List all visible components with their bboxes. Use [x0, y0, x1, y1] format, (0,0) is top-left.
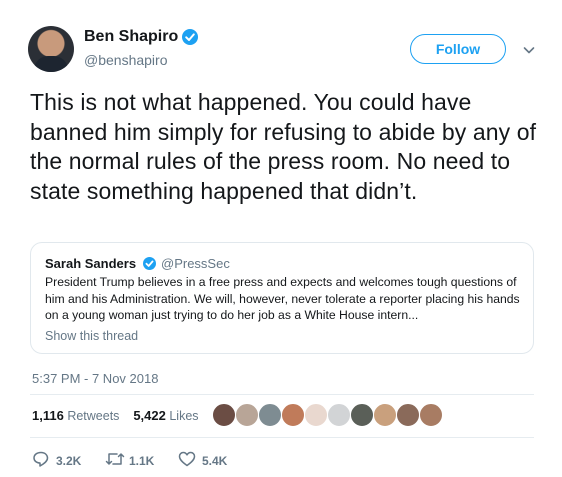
retweet-icon: [105, 453, 125, 465]
avatar[interactable]: [28, 26, 74, 72]
retweet-count: 1.1K: [129, 454, 155, 468]
likes-count: 5,422: [133, 408, 166, 423]
retweets-stat[interactable]: 1,116 Retweets: [32, 408, 120, 423]
liker-avatar[interactable]: [350, 403, 374, 427]
divider: [30, 394, 534, 395]
divider: [30, 437, 534, 438]
tweet-text: This is not what happened. You could hav…: [30, 89, 543, 204]
liker-avatar[interactable]: [212, 403, 236, 427]
liker-avatar[interactable]: [235, 403, 259, 427]
liker-avatar[interactable]: [258, 403, 282, 427]
liker-avatar[interactable]: [327, 403, 351, 427]
quoted-tweet-text: President Trump believes in a free press…: [45, 275, 520, 322]
reply-count: 3.2K: [56, 454, 82, 468]
quoted-author-handle: @PressSec: [161, 256, 230, 271]
verified-badge-icon: [143, 257, 156, 270]
liker-avatar[interactable]: [419, 403, 443, 427]
liker-avatar[interactable]: [304, 403, 328, 427]
show-thread-link[interactable]: Show this thread: [45, 329, 138, 343]
reply-icon: [33, 451, 49, 467]
quoted-author-name: Sarah Sanders: [45, 256, 137, 271]
retweets-count: 1,116: [32, 408, 64, 423]
likes-label: Likes: [169, 409, 199, 423]
verified-badge-icon: [182, 29, 198, 45]
follow-button[interactable]: Follow: [410, 34, 506, 64]
liker-avatar[interactable]: [281, 403, 305, 427]
like-count: 5.4K: [202, 454, 228, 468]
quoted-tweet[interactable]: Sarah Sanders @PressSec President Trump …: [30, 242, 534, 354]
heart-icon: [178, 451, 196, 467]
author-handle[interactable]: @benshapiro: [84, 52, 168, 68]
liker-avatar[interactable]: [396, 403, 420, 427]
likes-stat[interactable]: 5,422 Likes: [133, 408, 199, 423]
liker-avatar[interactable]: [373, 403, 397, 427]
author-name[interactable]: Ben Shapiro: [84, 28, 178, 46]
engagement-stats: 1,116 Retweets 5,422 Likes: [32, 408, 199, 423]
retweets-label: Retweets: [67, 409, 120, 423]
tweet-timestamp[interactable]: 5:37 PM - 7 Nov 2018: [32, 371, 158, 386]
chevron-down-icon[interactable]: [522, 43, 536, 57]
